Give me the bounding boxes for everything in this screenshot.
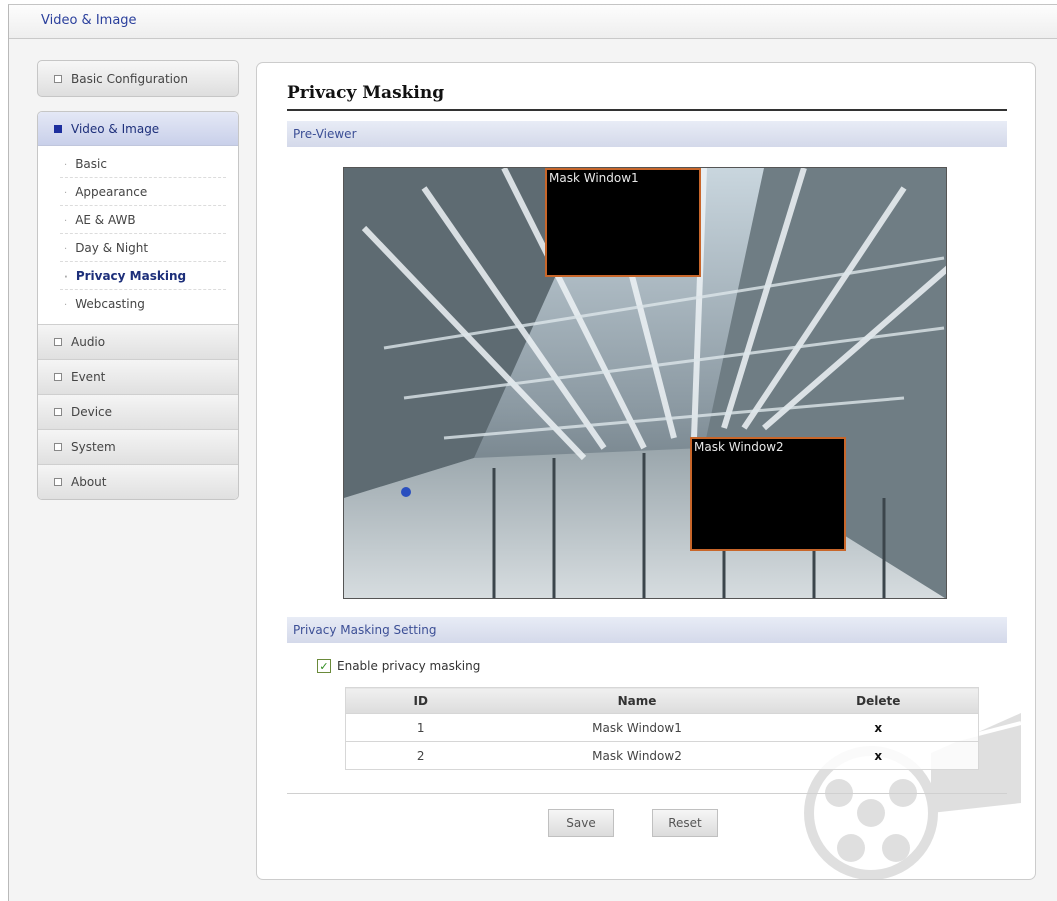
dot-icon: ·: [64, 244, 68, 255]
column-header-delete: Delete: [778, 687, 979, 714]
top-bar: Video & Image: [9, 5, 1057, 39]
content-panel: Privacy Masking Pre-Viewer Mask Window1 …: [256, 62, 1036, 880]
section-header-pre-viewer: Pre-Viewer: [287, 121, 1007, 147]
mask-window-1[interactable]: Mask Window1: [545, 168, 701, 277]
cell-name: Mask Window1: [495, 713, 779, 742]
sidebar-item-label: About: [71, 475, 107, 489]
reset-button[interactable]: Reset: [652, 809, 718, 837]
subitem-label: Basic: [75, 157, 107, 171]
dot-icon: ·: [64, 160, 68, 171]
table-row[interactable]: 2 Mask Window2 x: [345, 741, 979, 770]
table-header-row: ID Name Delete: [345, 687, 979, 714]
enable-privacy-masking-label: Enable privacy masking: [337, 659, 481, 673]
sidebar-item-label: Event: [71, 370, 106, 384]
sidebar: Basic Configuration Video & Image · Basic…: [37, 60, 239, 500]
delete-x-icon[interactable]: x: [778, 713, 979, 742]
sidebar-submenu: · Basic · Appearance · AE & AWB · Day & Nigh…: [38, 146, 238, 324]
square-bullet-icon: [54, 373, 62, 381]
mask-label: Mask Window2: [694, 440, 784, 454]
save-button[interactable]: Save: [548, 809, 614, 837]
sidebar-item-basic-configuration[interactable]: Basic Configuration: [37, 60, 239, 97]
camera-preview[interactable]: Mask Window1 Mask Window2: [343, 167, 947, 599]
sidebar-subitem-ae-awb[interactable]: · AE & AWB: [60, 206, 226, 234]
square-bullet-icon: [54, 478, 62, 486]
dot-icon: ·: [64, 216, 68, 227]
page-title: Privacy Masking: [287, 83, 1007, 111]
mask-table: ID Name Delete 1 Mask Window1 x 2 Mask W…: [345, 687, 979, 770]
square-bullet-icon: [54, 443, 62, 451]
sidebar-item-label: Video & Image: [71, 121, 160, 136]
divider: [287, 793, 1007, 794]
sidebar-item-label: Basic Configuration: [71, 71, 188, 86]
sidebar-item-label: Audio: [71, 335, 106, 349]
dot-icon: ·: [64, 188, 68, 199]
sidebar-item-device[interactable]: Device: [38, 394, 238, 429]
sidebar-item-system[interactable]: System: [38, 429, 238, 464]
section-header-privacy-masking-setting: Privacy Masking Setting: [287, 617, 1007, 643]
delete-x-icon[interactable]: x: [778, 741, 979, 770]
cell-id: 1: [345, 713, 496, 742]
table-row[interactable]: 1 Mask Window1 x: [345, 713, 979, 742]
mask-window-2[interactable]: Mask Window2: [690, 437, 846, 551]
sidebar-item-video-image[interactable]: Video & Image: [38, 112, 238, 146]
sidebar-subitem-webcasting[interactable]: · Webcasting: [60, 290, 226, 318]
cell-name: Mask Window2: [495, 741, 779, 770]
dot-icon: ·: [64, 300, 68, 311]
cell-id: 2: [345, 741, 496, 770]
sidebar-group-video-image: Video & Image · Basic · Appearance · AE & A…: [37, 111, 239, 500]
sidebar-item-audio[interactable]: Audio: [38, 324, 238, 359]
breadcrumb: Video & Image: [41, 13, 137, 28]
sidebar-item-label: Device: [71, 405, 113, 419]
sidebar-subitem-appearance[interactable]: · Appearance: [60, 178, 226, 206]
enable-privacy-masking-checkbox[interactable]: ✓: [317, 659, 331, 673]
enable-privacy-masking-row: ✓ Enable privacy masking: [317, 659, 480, 673]
sidebar-item-about[interactable]: About: [38, 464, 238, 499]
subitem-label: Day & Night: [75, 241, 149, 255]
dot-icon: ·: [64, 272, 68, 283]
sidebar-subitem-day-night[interactable]: · Day & Night: [60, 234, 226, 262]
sidebar-subitem-privacy-masking[interactable]: · Privacy Masking: [60, 262, 226, 290]
square-bullet-icon: [54, 124, 62, 133]
mask-label: Mask Window1: [549, 171, 639, 185]
square-bullet-icon: [54, 338, 62, 346]
sidebar-item-event[interactable]: Event: [38, 359, 238, 394]
subitem-label: Appearance: [75, 185, 148, 199]
checkmark-icon: ✓: [319, 659, 329, 673]
square-bullet-icon: [54, 74, 62, 83]
subitem-label: Privacy Masking: [75, 269, 187, 283]
column-header-name: Name: [495, 687, 779, 714]
sidebar-subitem-basic[interactable]: · Basic: [60, 150, 226, 178]
square-bullet-icon: [54, 408, 62, 416]
subitem-label: Webcasting: [75, 297, 145, 311]
sidebar-item-label: System: [71, 440, 116, 454]
column-header-id: ID: [345, 687, 496, 714]
subitem-label: AE & AWB: [75, 213, 136, 227]
